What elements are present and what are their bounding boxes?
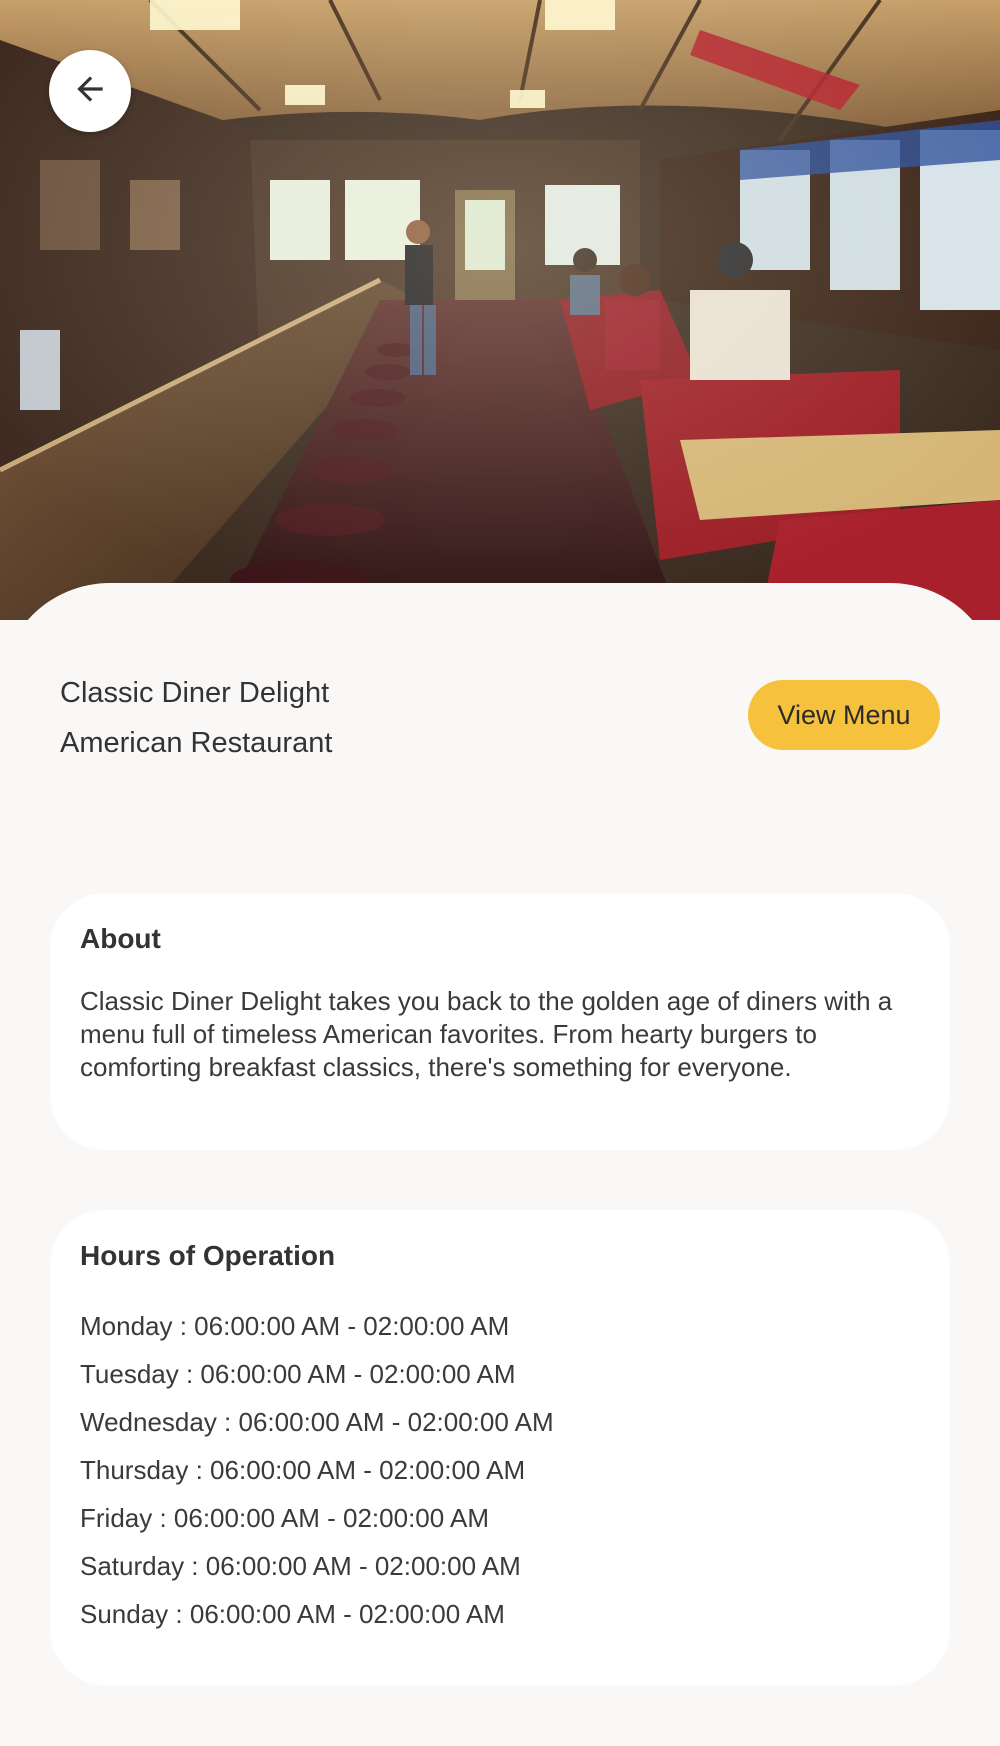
- hours-item-friday: Friday : 06:00:00 AM - 02:00:00 AM: [80, 1503, 490, 1533]
- hours-item-sunday: Sunday : 06:00:00 AM - 02:00:00 AM: [80, 1599, 505, 1629]
- about-text: Classic Diner Delight takes you back to …: [80, 986, 893, 1082]
- hours-list: Monday : 06:00:00 AM - 02:00:00 AM Tuesd…: [80, 1302, 916, 1638]
- hours-item-thursday: Thursday : 06:00:00 AM - 02:00:00 AM: [80, 1455, 526, 1485]
- arrow-left-icon: [71, 70, 109, 113]
- hours-title: Hours of Operation: [80, 1240, 336, 1271]
- hours-item-monday: Monday : 06:00:00 AM - 02:00:00 AM: [80, 1311, 510, 1341]
- hours-item-tuesday: Tuesday : 06:00:00 AM - 02:00:00 AM: [80, 1359, 516, 1389]
- back-button[interactable]: [49, 50, 131, 132]
- about-card: About Classic Diner Delight takes you ba…: [50, 893, 950, 1150]
- view-menu-button[interactable]: View Menu: [748, 680, 940, 750]
- restaurant-header: Classic Diner Delight American Restauran…: [60, 668, 332, 768]
- restaurant-category: American Restaurant: [60, 727, 333, 759]
- hours-item-wednesday: Wednesday : 06:00:00 AM - 02:00:00 AM: [80, 1407, 554, 1437]
- hours-item-saturday: Saturday : 06:00:00 AM - 02:00:00 AM: [80, 1551, 521, 1581]
- hours-card: Hours of Operation Monday : 06:00:00 AM …: [50, 1210, 950, 1685]
- hero-image: [0, 0, 1000, 620]
- about-title: About: [80, 923, 161, 954]
- restaurant-name: Classic Diner Delight: [60, 677, 330, 709]
